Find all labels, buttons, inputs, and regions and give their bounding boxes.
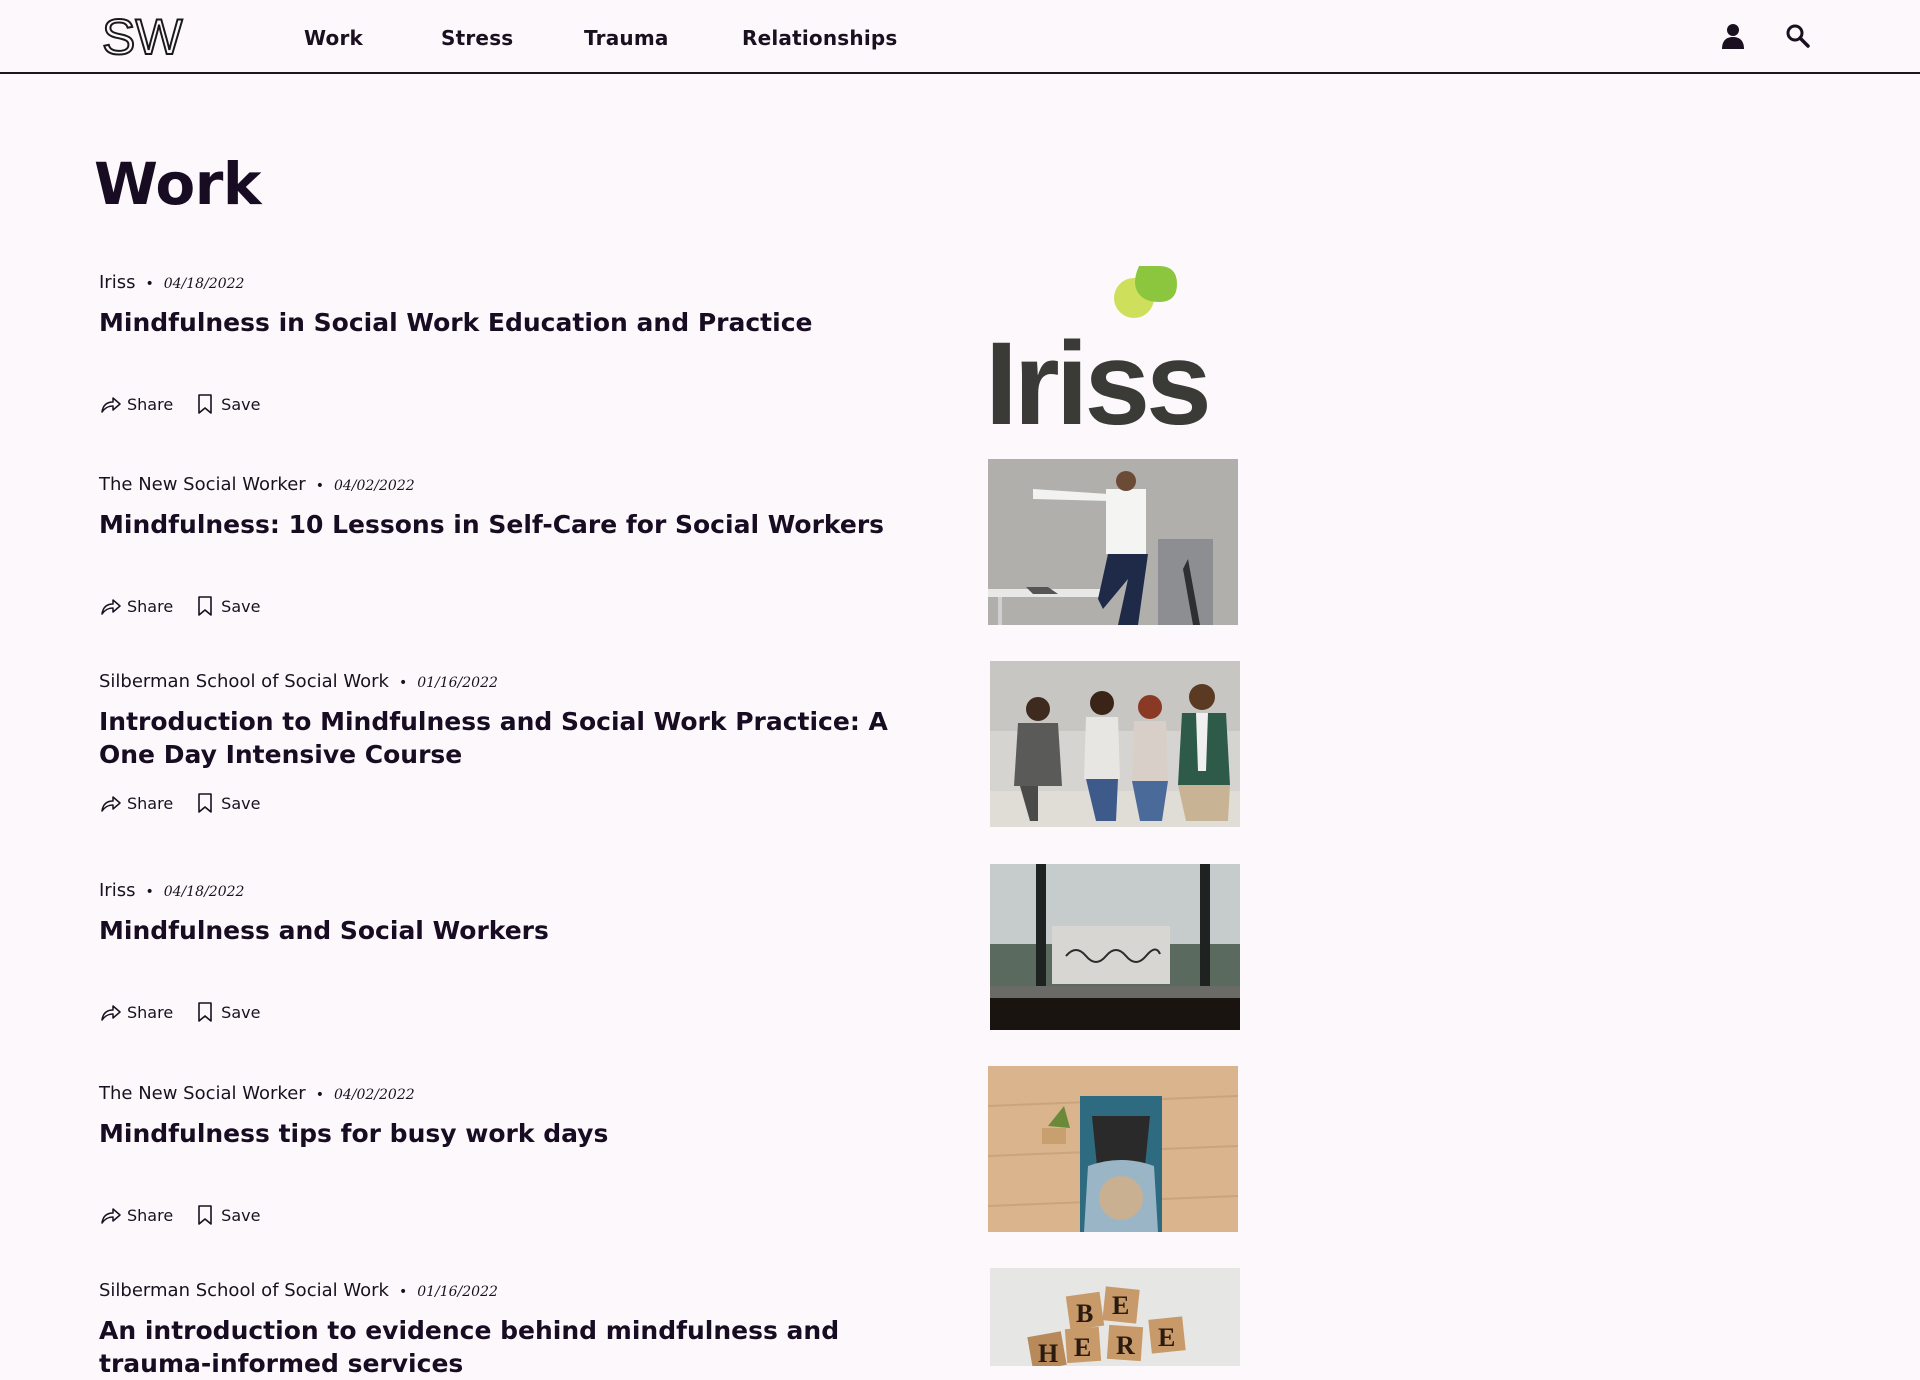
article-card: Silberman School of Social Work • 01/16/20…	[99, 1268, 1240, 1380]
svg-text:E: E	[1158, 1323, 1175, 1352]
iriss-logo-image: Iriss	[987, 256, 1243, 432]
svg-text:E: E	[1074, 1333, 1091, 1362]
nav-stress[interactable]: Stress	[441, 26, 513, 50]
person-yoga-mat-image	[988, 1066, 1238, 1232]
article-source[interactable]: Iriss	[99, 272, 135, 293]
article-image[interactable]: Iriss	[987, 256, 1243, 432]
meta-separator: •	[398, 1284, 408, 1300]
svg-text:B: B	[1076, 1299, 1093, 1328]
nav-relationships[interactable]: Relationships	[742, 26, 898, 50]
article-source[interactable]: Silberman School of Social Work	[99, 1280, 389, 1301]
share-label: Share	[127, 1002, 174, 1022]
scrabble-be-here-now-image: B E H E R E	[990, 1268, 1240, 1366]
article-date: 04/02/2022	[333, 1087, 415, 1103]
article-date: 01/16/2022	[417, 1284, 498, 1300]
svg-text:E: E	[1112, 1291, 1129, 1320]
save-label: Save	[221, 1205, 261, 1225]
save-button[interactable]: Save	[193, 791, 260, 815]
article-date: 04/18/2022	[163, 276, 245, 292]
article-source[interactable]: Silberman School of Social Work	[99, 671, 389, 692]
man-stretching-office-image	[988, 459, 1238, 625]
article-image[interactable]	[990, 661, 1240, 827]
nav-work[interactable]: Work	[304, 26, 363, 50]
logo-text: SW	[102, 10, 183, 62]
article-card: The New Social Worker • 04/02/2022 Mindful…	[99, 459, 1239, 625]
share-label: Share	[127, 596, 174, 616]
share-icon	[101, 599, 121, 615]
article-image[interactable]	[988, 1066, 1238, 1232]
meta-separator: •	[398, 675, 408, 691]
share-label: Share	[127, 1205, 174, 1225]
svg-text:H: H	[1038, 1339, 1058, 1366]
article-title[interactable]: Mindfulness in Social Work Education and…	[99, 306, 899, 339]
article-title[interactable]: Mindfulness tips for busy work days	[99, 1117, 899, 1150]
article-source[interactable]: The New Social Worker	[99, 474, 306, 495]
save-button[interactable]: Save	[193, 392, 260, 416]
article-actions: Share Save	[99, 392, 260, 416]
nav-trauma[interactable]: Trauma	[584, 26, 669, 50]
article-date: 04/18/2022	[163, 884, 245, 900]
article-image[interactable]	[990, 864, 1240, 1030]
user-icon[interactable]	[1717, 20, 1749, 52]
share-button[interactable]: Share	[99, 1000, 173, 1024]
save-button[interactable]: Save	[193, 1203, 260, 1227]
site-header: SW Work Stress Trauma Relationships	[0, 0, 1920, 74]
svg-text:Iriss: Iriss	[987, 318, 1208, 432]
article-actions: Share Save	[99, 791, 260, 815]
search-icon[interactable]	[1782, 20, 1814, 52]
article-title[interactable]: Introduction to Mindfulness and Social W…	[99, 705, 899, 771]
bookmark-icon	[198, 394, 212, 414]
share-button[interactable]: Share	[99, 791, 173, 815]
article-date: 04/02/2022	[333, 478, 415, 494]
meta-separator: •	[145, 276, 154, 292]
share-button[interactable]: Share	[99, 594, 173, 618]
save-label: Save	[221, 394, 261, 414]
share-button[interactable]: Share	[99, 1203, 173, 1227]
article-card: The New Social Worker • 04/02/2022 Mindful…	[99, 1066, 1239, 1232]
share-label: Share	[127, 394, 174, 414]
article-actions: Share Save	[99, 1203, 260, 1227]
article-image[interactable]: B E H E R E	[990, 1268, 1240, 1366]
article-source[interactable]: The New Social Worker	[99, 1083, 306, 1104]
share-icon	[101, 397, 121, 413]
article-actions: Share Save	[99, 594, 260, 618]
article-card: Silberman School of Social Work • 01/16/20…	[99, 661, 1240, 827]
article-source[interactable]: Iriss	[99, 880, 135, 901]
bookmark-icon	[198, 1205, 212, 1225]
mindfulness-sign-window-image	[990, 864, 1240, 1030]
bookmark-icon	[198, 596, 212, 616]
svg-text:R: R	[1116, 1331, 1135, 1360]
article-card: Iriss • 04/18/2022 Mindfulness in Social W…	[99, 256, 1243, 432]
article-image[interactable]	[988, 459, 1238, 625]
article-title[interactable]: Mindfulness: 10 Lessons in Self-Care for…	[99, 508, 899, 541]
article-title[interactable]: An introduction to evidence behind mindf…	[99, 1314, 899, 1380]
share-icon	[101, 1005, 121, 1021]
group-discussion-image	[990, 661, 1240, 827]
article-actions: Share Save	[99, 1000, 260, 1024]
save-label: Save	[221, 596, 261, 616]
page-title: Work	[94, 150, 261, 218]
bookmark-icon	[198, 1002, 212, 1022]
share-button[interactable]: Share	[99, 392, 173, 416]
article-date: 01/16/2022	[417, 675, 498, 691]
share-label: Share	[127, 793, 174, 813]
bookmark-icon	[198, 793, 212, 813]
meta-separator: •	[315, 478, 324, 494]
article-title[interactable]: Mindfulness and Social Workers	[99, 914, 899, 947]
save-label: Save	[221, 793, 261, 813]
meta-separator: •	[315, 1087, 324, 1103]
save-button[interactable]: Save	[193, 1000, 260, 1024]
sw-logo[interactable]: SW	[100, 8, 192, 66]
save-label: Save	[221, 1002, 261, 1022]
article-card: Iriss • 04/18/2022 Mindfulness and Social …	[99, 864, 1240, 1030]
share-icon	[101, 1208, 121, 1224]
save-button[interactable]: Save	[193, 594, 260, 618]
share-icon	[101, 796, 121, 812]
meta-separator: •	[145, 884, 154, 900]
